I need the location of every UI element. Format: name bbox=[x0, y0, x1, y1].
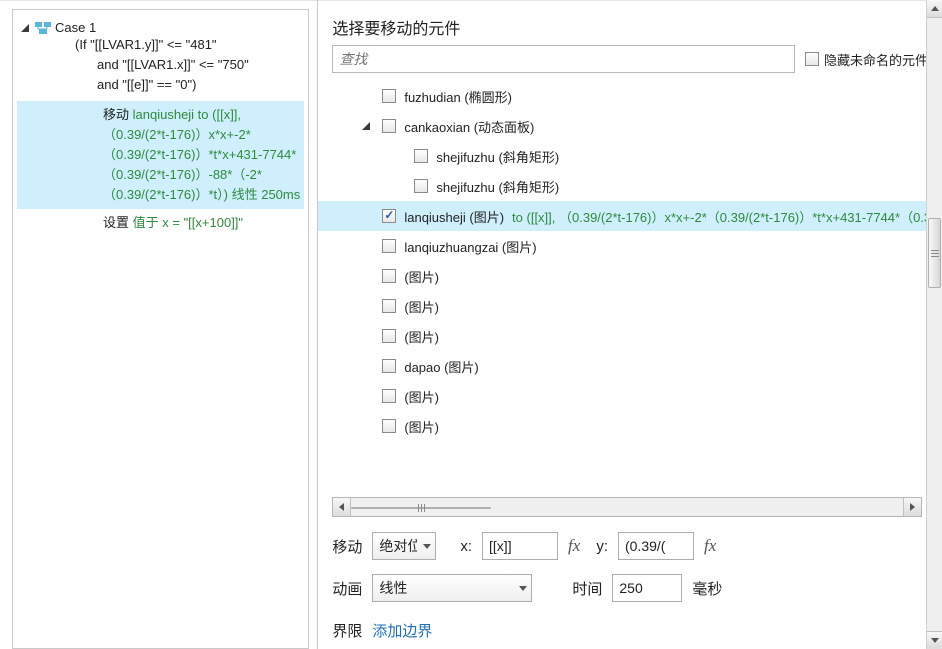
time-input[interactable]: 250 bbox=[612, 574, 682, 602]
tree-row[interactable]: shejifuzhu (斜角矩形) bbox=[348, 141, 942, 171]
action-prefix: 移动 bbox=[103, 107, 129, 122]
tree-item-label: dapao (图片) bbox=[404, 357, 478, 376]
checkbox-icon[interactable] bbox=[805, 52, 819, 66]
x-input[interactable]: [[x]] bbox=[482, 532, 558, 560]
tree-item-suffix: to ([[x]], （0.39/(2*t-176)）x*x+-2*（0.39/… bbox=[512, 207, 942, 226]
scroll-left-icon[interactable] bbox=[333, 498, 351, 516]
tree-row[interactable]: (图片) bbox=[348, 381, 942, 411]
tree-row[interactable]: lanqiuzhuangzai (图片) bbox=[348, 231, 942, 261]
tree-item-label: lanqiusheji (图片) bbox=[404, 207, 504, 226]
tree-row[interactable]: (图片) bbox=[348, 321, 942, 351]
tree-item-label: shejifuzhu (斜角矩形) bbox=[436, 147, 559, 166]
expand-icon[interactable] bbox=[362, 122, 370, 130]
tree-item-label: fuzhudian (椭圆形) bbox=[404, 87, 512, 106]
tree-item-label: (图片) bbox=[404, 327, 439, 346]
horizontal-scrollbar[interactable] bbox=[332, 497, 922, 517]
checkbox-icon[interactable] bbox=[382, 359, 396, 373]
tree-row[interactable]: cankaoxian (动态面板) bbox=[348, 111, 942, 141]
scroll-thumb[interactable] bbox=[928, 218, 941, 288]
checkbox-icon[interactable] bbox=[382, 419, 396, 433]
checkbox-icon[interactable] bbox=[414, 179, 428, 193]
tree-row[interactable]: shejifuzhu (斜角矩形) bbox=[348, 171, 942, 201]
action-move[interactable]: 移动 lanqiusheji to ([[x]], （0.39/(2*t-176… bbox=[17, 101, 304, 209]
scroll-up-icon[interactable] bbox=[927, 0, 942, 18]
y-input[interactable]: (0.39/( bbox=[618, 532, 694, 560]
tree-item-label: (图片) bbox=[404, 297, 439, 316]
anim-label: 动画 bbox=[332, 578, 362, 599]
scroll-right-icon[interactable] bbox=[903, 498, 921, 516]
case-icon bbox=[35, 22, 51, 34]
checkbox-icon[interactable] bbox=[382, 389, 396, 403]
case-editor: Case 1 (If "[[LVAR1.y]]" <= "481" and "[… bbox=[12, 9, 309, 649]
chevron-down-icon bbox=[423, 544, 431, 549]
anim-type-select[interactable]: 线性 bbox=[372, 574, 532, 602]
condition-line: (If "[[LVAR1.y]]" <= "481" bbox=[17, 35, 304, 55]
tree-row[interactable]: fuzhudian (椭圆形) bbox=[348, 81, 942, 111]
tree-row[interactable]: lanqiusheji (图片) to ([[x]], （0.39/(2*t-1… bbox=[318, 201, 942, 231]
right-pane-title: 配置动作 bbox=[318, 0, 942, 5]
scroll-down-icon[interactable] bbox=[927, 631, 942, 649]
tree-item-label: lanqiuzhuangzai (图片) bbox=[404, 237, 536, 256]
scroll-thumb[interactable] bbox=[351, 507, 491, 509]
condition-line: and "[[e]]" == "0") bbox=[17, 75, 304, 95]
section-title: 选择要移动的元件 bbox=[332, 15, 928, 39]
y-label: y: bbox=[596, 538, 608, 555]
move-label: 移动 bbox=[332, 536, 362, 557]
vertical-scrollbar[interactable] bbox=[926, 0, 942, 649]
checkbox-icon[interactable] bbox=[382, 269, 396, 283]
chevron-down-icon bbox=[519, 586, 527, 591]
hide-unnamed-label: 隐藏未命名的元件 bbox=[824, 50, 928, 69]
checkbox-icon[interactable] bbox=[382, 209, 396, 223]
tree-item-label: cankaoxian (动态面板) bbox=[404, 117, 534, 136]
expand-icon[interactable] bbox=[21, 24, 29, 32]
condition-line: and "[[LVAR1.x]]" <= "750" bbox=[17, 55, 304, 75]
tree-row[interactable]: (图片) bbox=[348, 261, 942, 291]
search-input[interactable] bbox=[332, 45, 795, 73]
checkbox-icon[interactable] bbox=[382, 329, 396, 343]
tree-row[interactable]: (图片) bbox=[348, 411, 942, 441]
checkbox-icon[interactable] bbox=[382, 119, 396, 133]
case-row[interactable]: Case 1 bbox=[17, 18, 304, 35]
tree-item-label: (图片) bbox=[404, 417, 439, 436]
checkbox-icon[interactable] bbox=[382, 239, 396, 253]
tree-row[interactable]: dapao (图片) bbox=[348, 351, 942, 381]
x-label: x: bbox=[460, 538, 472, 555]
tree-item-label: shejifuzhu (斜角矩形) bbox=[436, 177, 559, 196]
widget-tree[interactable]: fuzhudian (椭圆形) cankaoxian (动态面板) shejifuz… bbox=[318, 77, 942, 457]
scroll-track[interactable] bbox=[927, 18, 942, 631]
tree-row[interactable]: (图片) bbox=[348, 291, 942, 321]
tree-item-label: (图片) bbox=[404, 267, 439, 286]
tree-item-label: (图片) bbox=[404, 387, 439, 406]
add-limit-link[interactable]: 添加边界 bbox=[372, 620, 432, 641]
action-green: lanqiusheji to ([[x]], （0.39/(2*t-176)）x… bbox=[103, 107, 300, 202]
fx-button-y[interactable]: fx bbox=[704, 536, 716, 556]
action-green: 值于 x = "[[x+100]]" bbox=[133, 215, 243, 230]
time-label: 时间 bbox=[572, 578, 602, 599]
fx-button-x[interactable]: fx bbox=[568, 536, 580, 556]
checkbox-icon[interactable] bbox=[414, 149, 428, 163]
hide-unnamed-checkbox[interactable]: 隐藏未命名的元件 bbox=[805, 50, 928, 69]
case-label: Case 1 bbox=[55, 18, 96, 35]
checkbox-icon[interactable] bbox=[382, 299, 396, 313]
limit-label: 界限 bbox=[332, 620, 362, 641]
time-unit: 毫秒 bbox=[692, 578, 722, 599]
left-pane-title: 组织动作 bbox=[0, 0, 317, 5]
move-type-select[interactable]: 绝对位 bbox=[372, 532, 436, 560]
action-prefix: 设置 bbox=[103, 215, 129, 230]
action-set[interactable]: 设置 值于 x = "[[x+100]]" bbox=[17, 213, 304, 233]
checkbox-icon[interactable] bbox=[382, 89, 396, 103]
